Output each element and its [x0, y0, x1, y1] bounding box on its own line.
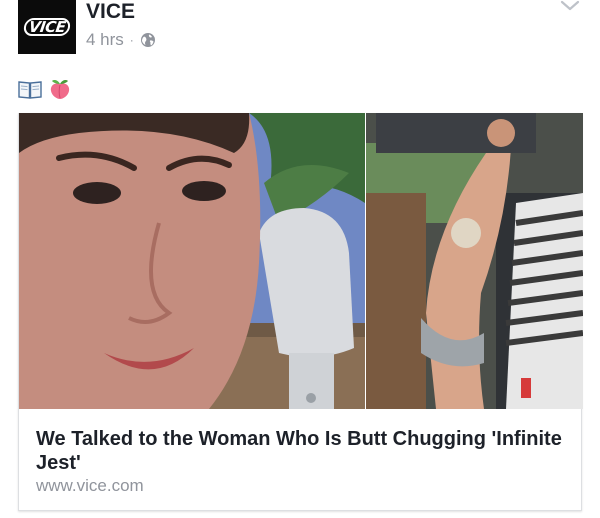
meta-separator: · [129, 33, 134, 47]
photo-group [366, 113, 583, 409]
article-domain: www.vice.com [36, 476, 144, 495]
article-image[interactable] [19, 113, 583, 409]
photo-selfie [19, 113, 365, 409]
open-book-icon [18, 81, 42, 99]
page-avatar[interactable]: VICE [18, 0, 76, 54]
group-illustration [366, 113, 583, 409]
peach-icon [50, 80, 70, 99]
post-timestamp[interactable]: 4 hrs [86, 30, 124, 50]
post-message [18, 76, 72, 102]
post-meta: 4 hrs · [86, 29, 156, 51]
link-preview-card[interactable]: We Talked to the Woman Who Is Butt Chugg… [18, 113, 583, 511]
post-header: VICE VICE 4 hrs · [0, 0, 600, 60]
globe-icon [140, 33, 155, 47]
avatar-logo-text: VICE [22, 18, 72, 36]
selfie-illustration [19, 113, 365, 409]
page-name-link[interactable]: VICE [86, 0, 135, 24]
article-title[interactable]: We Talked to the Woman Who Is Butt Chugg… [36, 427, 566, 475]
chevron-down-icon[interactable] [560, 0, 580, 12]
